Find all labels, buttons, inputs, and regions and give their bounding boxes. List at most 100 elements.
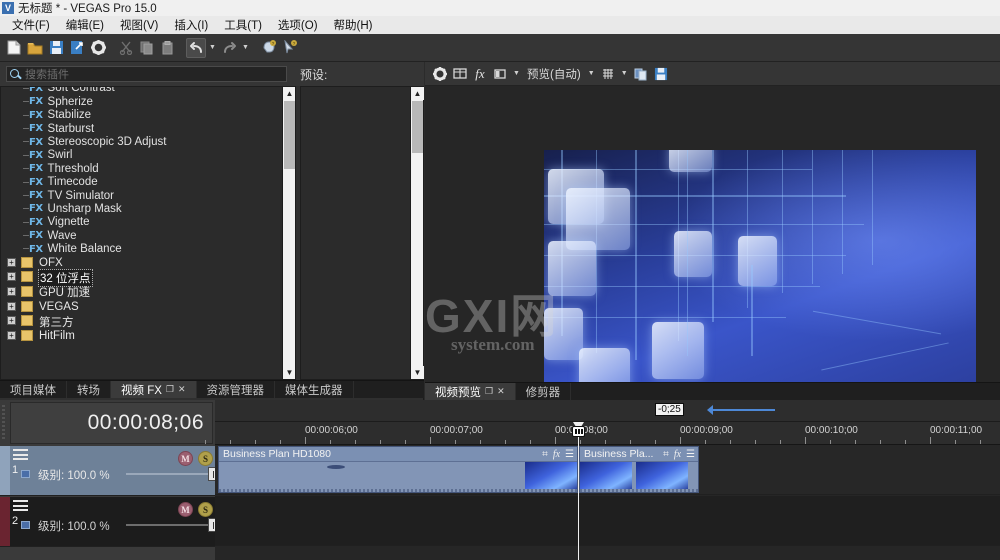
preview-panel-tab[interactable]: 修剪器 (516, 383, 572, 400)
scroll-thumb[interactable] (284, 101, 295, 169)
expand-plus-icon[interactable]: + (7, 302, 16, 311)
close-icon[interactable]: ✕ (497, 386, 505, 397)
fx-list-scrollbar[interactable]: ▲ ▼ (282, 87, 295, 379)
track-header-1[interactable]: 1 级别: 100.0 % M S (0, 446, 215, 496)
overlay-grid-caret-icon[interactable]: ▼ (619, 70, 630, 77)
preset-scroll-up-icon[interactable]: ▲ (411, 87, 424, 100)
timeline-clip-1[interactable]: Business Plan HD1080 ⌗ fx ☰ (218, 446, 578, 493)
cut-icon[interactable] (116, 38, 136, 58)
clip-2-fx-icon[interactable]: fx (674, 449, 681, 460)
copy-snapshot-icon[interactable] (632, 65, 650, 83)
loop-region-bar[interactable] (713, 409, 775, 411)
fx-plugin-item[interactable]: FXSpherize (1, 95, 283, 108)
fx-preset-list[interactable]: ▲ ▼ (300, 86, 424, 380)
menu-item-options[interactable]: 选项(O) (270, 16, 326, 34)
paste-icon[interactable] (158, 38, 178, 58)
video-output-settings-icon[interactable] (431, 65, 449, 83)
fx-plugin-item[interactable]: FXVignette (1, 216, 283, 229)
timeline-clip-2[interactable]: Business Pla... ⌗ fx ☰ (579, 446, 699, 493)
clip-1-pan-crop-icon[interactable]: ⌗ (542, 449, 548, 460)
render-as-icon[interactable] (67, 38, 87, 58)
fx-panel-tab[interactable]: 转场 (67, 381, 111, 398)
timecode-display[interactable]: 00:00:08;06 (10, 402, 213, 444)
close-icon[interactable]: ✕ (178, 384, 186, 395)
redo-icon[interactable] (219, 38, 239, 58)
track-1-mute-button[interactable]: M (178, 451, 193, 466)
preview-quality-caret-icon[interactable]: ▼ (586, 70, 597, 77)
fx-group-item[interactable]: +GPU 加速 (1, 285, 283, 300)
fx-plugin-item[interactable]: FXWave (1, 229, 283, 242)
track-2-level-slider[interactable] (126, 524, 211, 526)
fx-plugin-item[interactable]: FXSoft Contrast (1, 86, 283, 95)
scroll-down-icon[interactable]: ▼ (283, 366, 296, 379)
fx-group-item[interactable]: +第三方 (1, 314, 283, 329)
display-split-icon[interactable] (491, 65, 509, 83)
timeline-marker-lane[interactable]: -0;25 (215, 400, 1000, 422)
fx-panel-tab[interactable]: 资源管理器 (197, 381, 276, 398)
fx-group-item[interactable]: +32 位浮点 (1, 270, 283, 285)
menu-item-edit[interactable]: 编辑(E) (58, 16, 112, 34)
fx-plugin-item[interactable]: FXTV Simulator (1, 189, 283, 202)
timeline-tracks-area[interactable]: -0;25 00:00:06;0000:00:07;0000:00:08;000… (215, 400, 1000, 560)
save-snapshot-icon[interactable] (652, 65, 670, 83)
fx-plugin-item[interactable]: FXStarburst (1, 122, 283, 135)
open-project-icon[interactable] (25, 38, 45, 58)
scroll-up-icon[interactable]: ▲ (283, 87, 296, 100)
clip-2-menu-icon[interactable]: ☰ (686, 449, 695, 460)
menu-item-view[interactable]: 视图(V) (112, 16, 166, 34)
preset-scroll-down-icon[interactable]: ▼ (411, 366, 424, 379)
track-1-level-slider[interactable] (126, 473, 211, 475)
fx-panel-tab[interactable]: 项目媒体 (0, 381, 67, 398)
redo-history-caret-icon[interactable]: ▼ (240, 38, 251, 58)
fx-panel-tab[interactable]: 媒体生成器 (275, 381, 354, 398)
search-input[interactable]: 搜索插件 (6, 66, 287, 82)
track-2-solo-button[interactable]: S (198, 502, 213, 517)
new-project-icon[interactable] (4, 38, 24, 58)
fx-plugin-list[interactable]: FXSmart UpscaleFXSmart ZoomFXSoft Contra… (0, 86, 296, 380)
fx-plugin-item[interactable]: FXStereoscopic 3D Adjust (1, 135, 283, 148)
timeline-track-row-1[interactable]: Business Plan HD1080 ⌗ fx ☰ (215, 445, 1000, 495)
clip-1-menu-icon[interactable]: ☰ (565, 449, 574, 460)
expand-plus-icon[interactable]: + (7, 316, 16, 325)
track-2-menu-icon[interactable] (13, 500, 28, 513)
undo-icon[interactable] (186, 38, 206, 58)
preview-panel-tab[interactable]: 视频预览❐✕ (425, 383, 516, 400)
fx-panel-tab[interactable]: 视频 FX❐✕ (111, 381, 197, 398)
fx-plugin-item[interactable]: FXWhite Balance (1, 242, 283, 255)
fx-plugin-item[interactable]: FXStabilize (1, 109, 283, 122)
save-project-icon[interactable] (46, 38, 66, 58)
expand-plus-icon[interactable]: + (7, 258, 16, 267)
preset-scroll-thumb[interactable] (412, 101, 423, 153)
track-2-mute-button[interactable]: M (178, 502, 193, 517)
menu-item-tools[interactable]: 工具(T) (216, 16, 270, 34)
normal-edit-tool-icon[interactable]: ? (280, 38, 300, 58)
split-screen-view-icon[interactable] (451, 65, 469, 83)
preview-fx-icon[interactable]: fx (471, 65, 489, 83)
clip-1-envelope-point[interactable] (327, 465, 345, 469)
expand-plus-icon[interactable]: + (7, 272, 16, 281)
display-split-caret-icon[interactable]: ▼ (511, 70, 522, 77)
menu-item-file[interactable]: 文件(F) (4, 16, 58, 34)
undo-history-caret-icon[interactable]: ▼ (207, 38, 218, 58)
fx-plugin-item[interactable]: FXUnsharp Mask (1, 202, 283, 215)
preset-list-scrollbar[interactable]: ▲ ▼ (410, 87, 423, 379)
track-header-2[interactable]: 2 级别: 100.0 % M S (0, 497, 215, 547)
expand-plus-icon[interactable]: + (7, 331, 16, 340)
project-properties-icon[interactable] (88, 38, 108, 58)
track-1-menu-icon[interactable] (13, 449, 28, 462)
menu-item-help[interactable]: 帮助(H) (326, 16, 381, 34)
preview-video-frame[interactable] (544, 150, 976, 388)
menu-item-insert[interactable]: 插入(I) (166, 16, 216, 34)
fx-plugin-item[interactable]: FXThreshold (1, 162, 283, 175)
timeline-track-row-2[interactable] (215, 496, 1000, 546)
fx-plugin-item[interactable]: FXTimecode (1, 176, 283, 189)
playhead-ruler-marker[interactable] (572, 426, 585, 437)
float-panel-icon[interactable]: ❐ (485, 386, 493, 397)
track-1-solo-button[interactable]: S (198, 451, 213, 466)
enable-snapping-icon[interactable]: ? (259, 38, 279, 58)
preview-quality-label[interactable]: 预览(自动) (524, 66, 584, 82)
fx-group-item[interactable]: +OFX (1, 256, 283, 271)
expand-plus-icon[interactable]: + (7, 287, 16, 296)
overlay-grid-icon[interactable] (599, 65, 617, 83)
clip-2-pan-crop-icon[interactable]: ⌗ (663, 449, 669, 460)
